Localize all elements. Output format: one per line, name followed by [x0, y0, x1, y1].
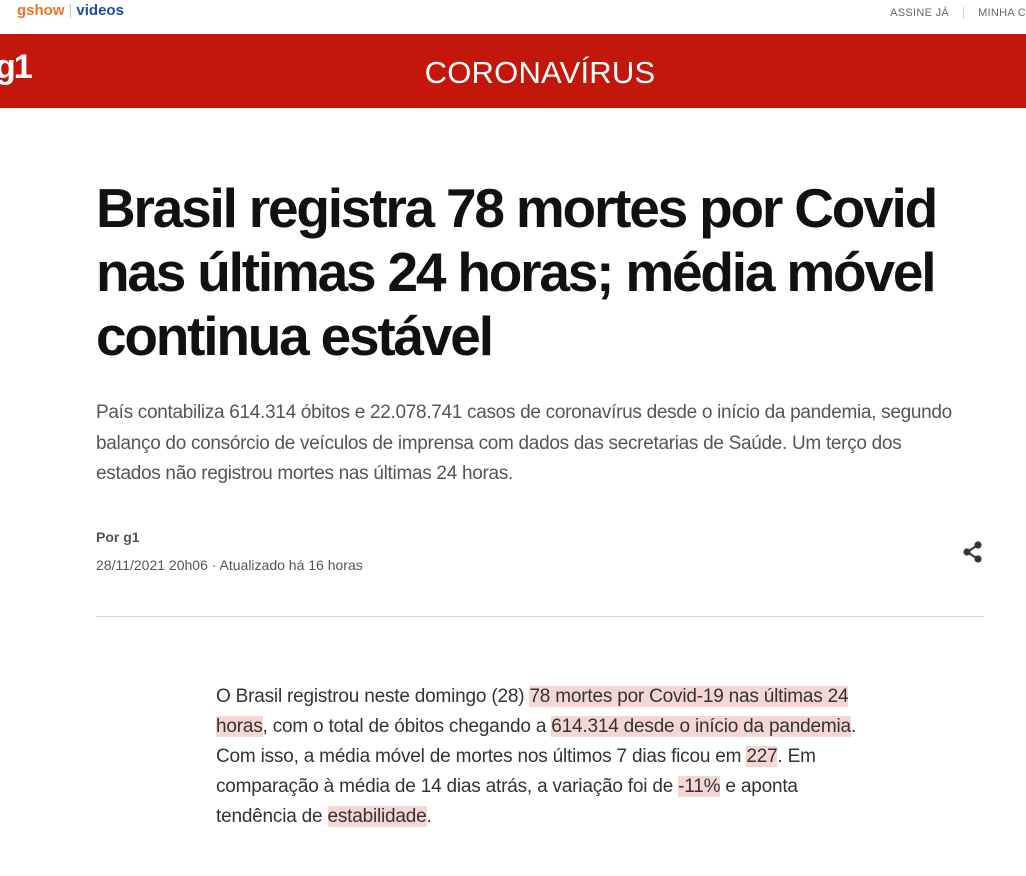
highlighted-text: 227 [746, 746, 778, 767]
videos-link[interactable]: videos [76, 2, 124, 19]
share-icon[interactable] [960, 540, 986, 564]
article-byline: Por g1 [96, 529, 140, 545]
section-title[interactable]: CORONAVÍRUS [0, 55, 1026, 91]
article-dateline: 28/11/2021 20h06 · Atualizado há 16 hora… [96, 557, 363, 573]
account-links: ASSINE JÁ MINHA C [890, 7, 1026, 20]
subscribe-link[interactable]: ASSINE JÁ [890, 7, 949, 19]
highlighted-text: -11% [678, 776, 721, 797]
my-account-link[interactable]: MINHA C [978, 7, 1026, 19]
body-text: . [426, 806, 432, 827]
body-text: O Brasil registrou neste domingo (28) [216, 686, 530, 707]
gshow-link[interactable]: gshow [17, 2, 65, 19]
article-subtitle: País contabiliza 614.314 óbitos e 22.078… [96, 402, 952, 484]
header-divider [96, 616, 984, 617]
account-divider [963, 7, 965, 20]
highlighted-text: 614.314 desde o início da pandemia [551, 716, 851, 737]
body-text: , com o total de óbitos chegando a [262, 716, 552, 737]
link-separator: | [68, 2, 73, 19]
top-navigation-bar: gshow | videos ASSINE JÁ MINHA C [0, 0, 1026, 34]
highlighted-text: estabilidade [327, 806, 427, 827]
article-body-paragraph: O Brasil registrou neste domingo (28) 78… [216, 682, 876, 832]
sister-sites-links: gshow | videos [17, 2, 124, 19]
article-headline: Brasil registra 78 mortes por Covid nas … [96, 177, 938, 367]
section-header: g1 CORONAVÍRUS [0, 34, 1026, 108]
